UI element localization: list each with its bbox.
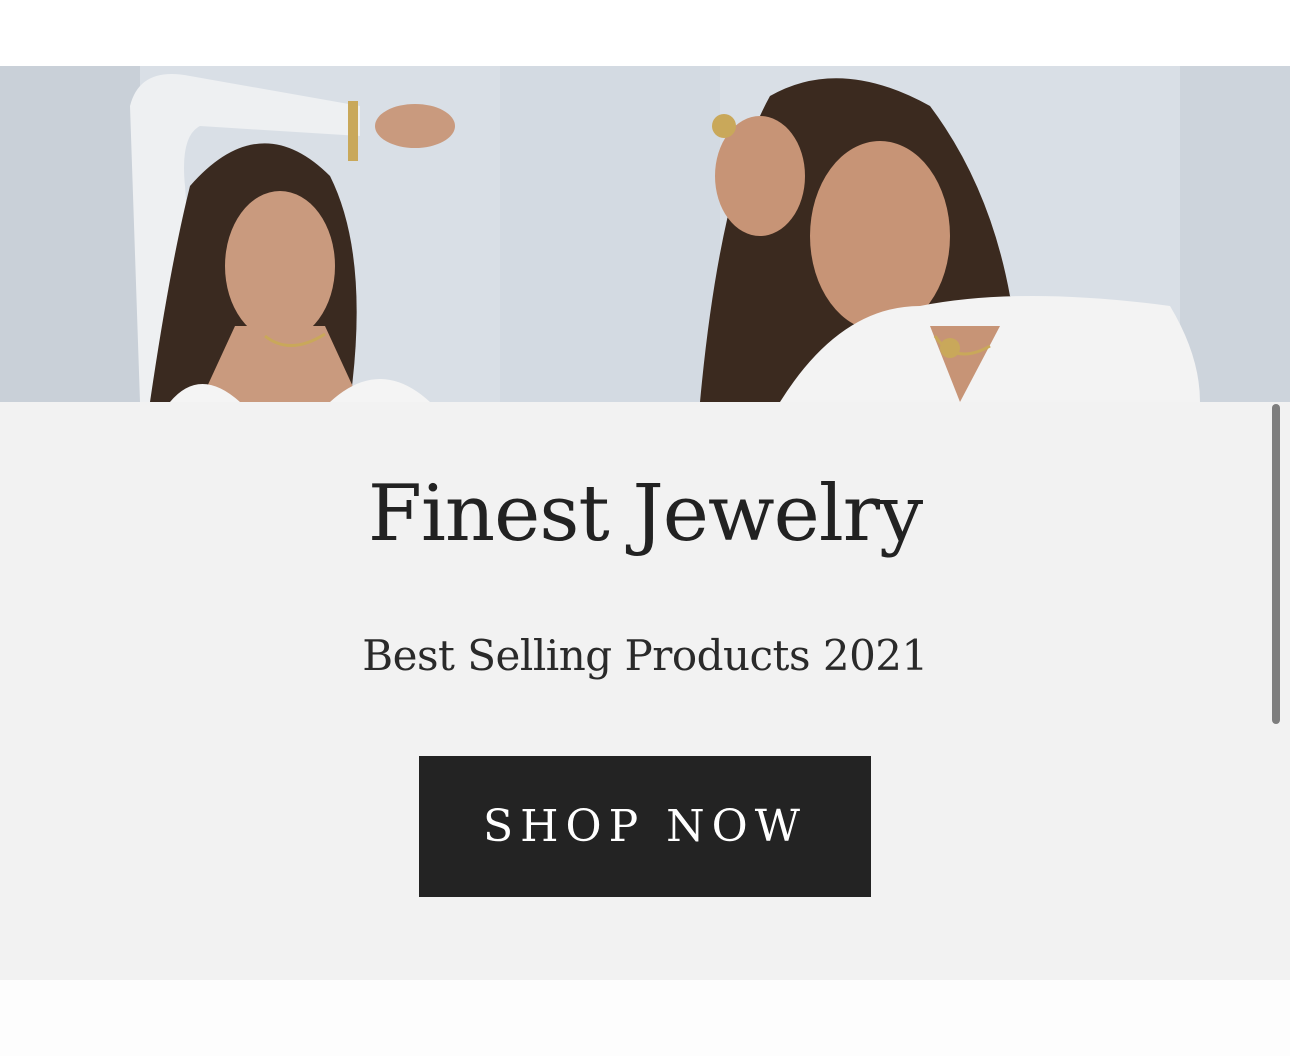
hero-content-panel: Finest Jewelry Best Selling Products 202… xyxy=(0,402,1290,980)
shop-now-button[interactable]: SHOP NOW xyxy=(419,756,871,897)
hero-title: Finest Jewelry xyxy=(367,469,923,559)
vertical-scrollbar[interactable] xyxy=(1272,404,1280,724)
hero-subtitle: Best Selling Products 2021 xyxy=(362,631,928,680)
hero-banner-image xyxy=(0,66,1290,402)
page: Finest Jewelry Best Selling Products 202… xyxy=(0,0,1290,1056)
bottom-spacer xyxy=(0,980,1290,1056)
hero-photo-illustration xyxy=(0,66,1290,402)
